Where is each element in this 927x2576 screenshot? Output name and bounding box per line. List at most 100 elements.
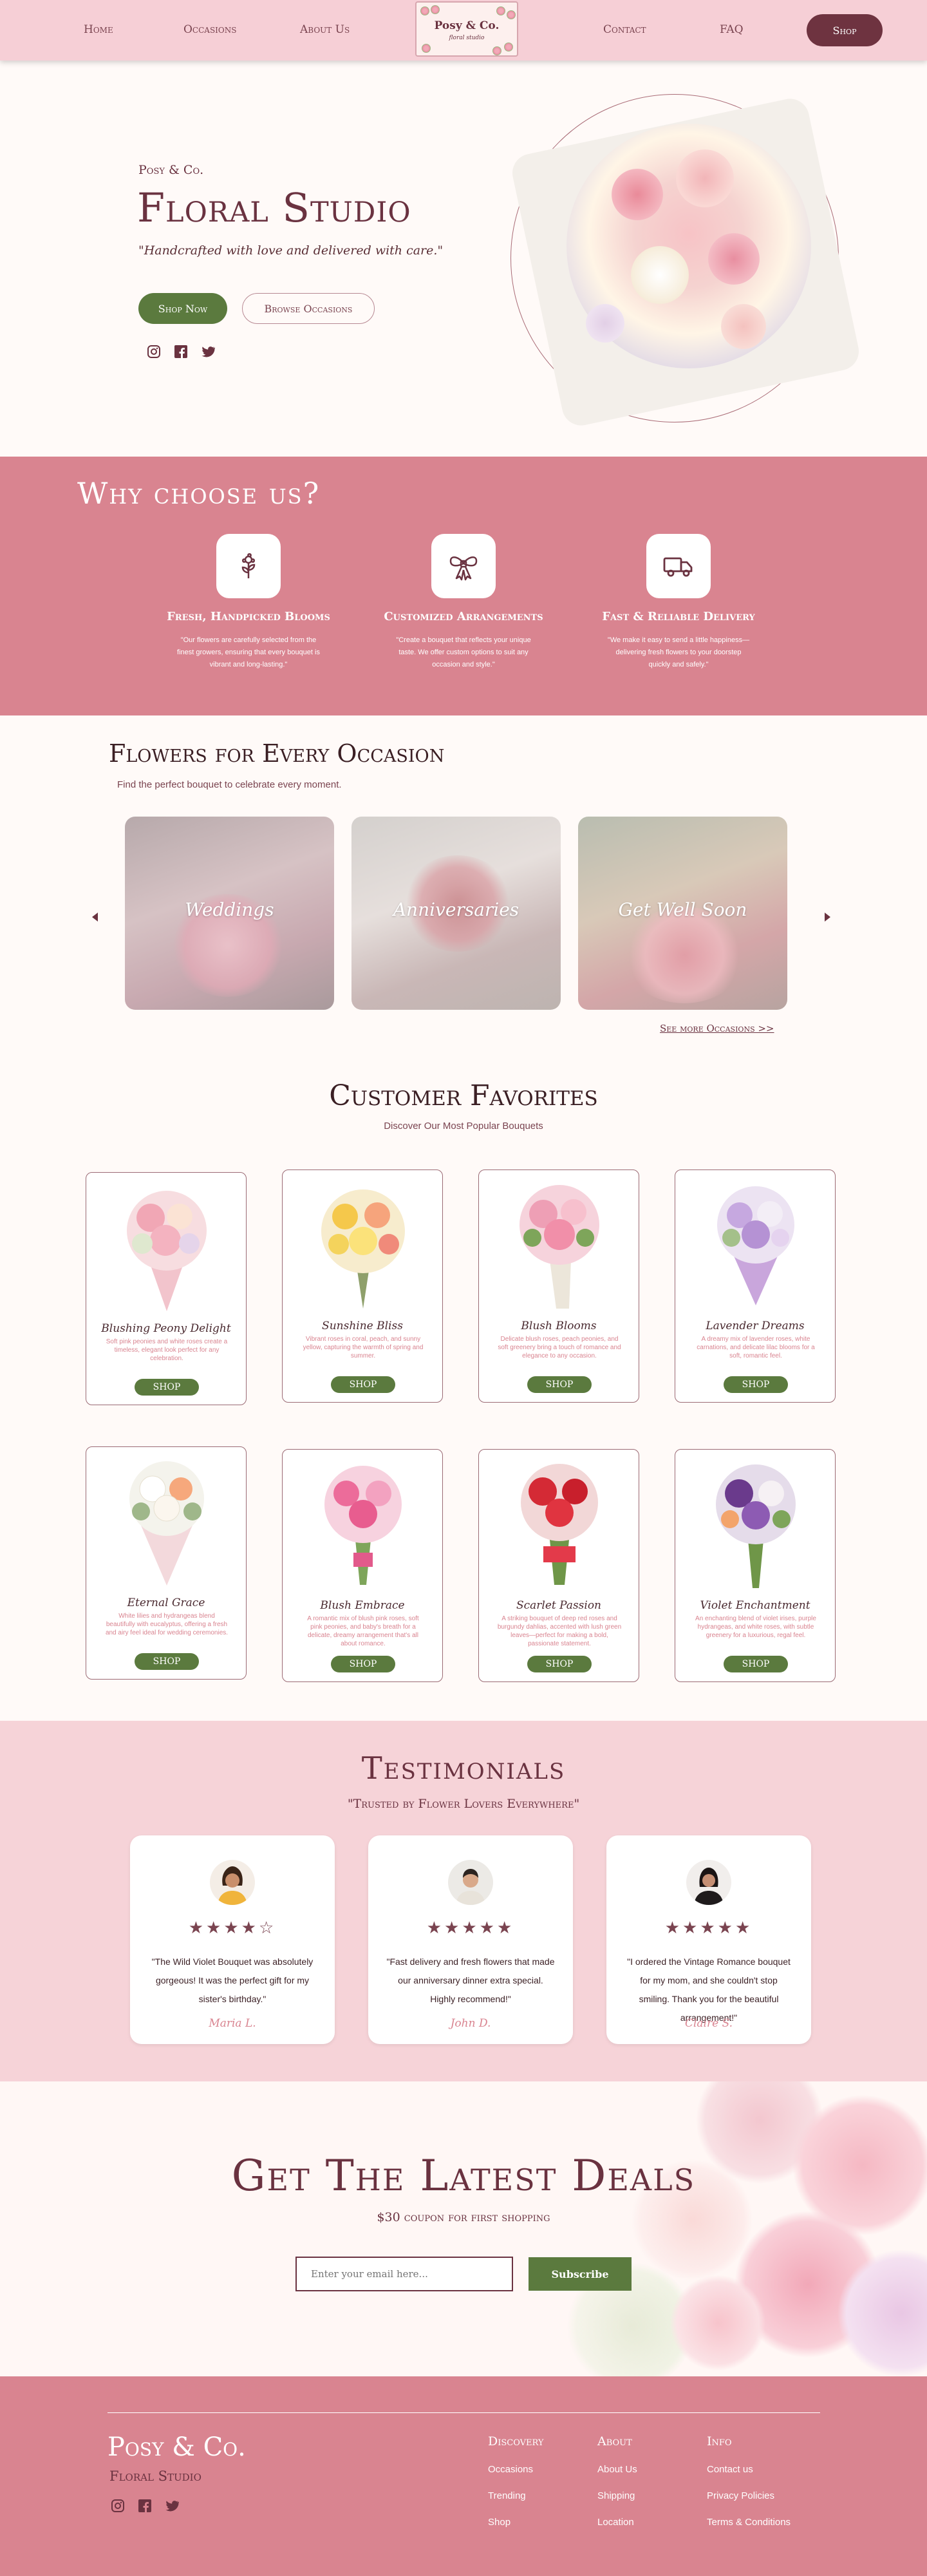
feature-title: Fast & Reliable Delivery <box>602 610 755 623</box>
product-card[interactable]: Violet Enchantment An enchanting blend o… <box>675 1449 836 1682</box>
product-name: Eternal Grace <box>127 1596 205 1609</box>
occasion-label: Weddings <box>185 899 274 920</box>
footer-brand: Posy & Co. <box>108 2432 246 2462</box>
product-description: An enchanting blend of violet irises, pu… <box>695 1615 816 1639</box>
bow-icon <box>431 534 496 598</box>
product-shop-button[interactable]: SHOP <box>527 1656 592 1672</box>
occasion-card-anniversaries[interactable]: Anniversaries <box>351 817 561 1010</box>
feature-title: Fresh, Handpicked Blooms <box>167 610 330 623</box>
product-shop-button[interactable]: SHOP <box>135 1379 199 1396</box>
feature-text: "Our flowers are carefully selected from… <box>177 636 320 668</box>
footer-link-shipping[interactable]: Shipping <box>597 2490 637 2501</box>
nav-link-faq[interactable]: FAQ <box>720 23 744 36</box>
facebook-icon[interactable] <box>138 2499 152 2513</box>
product-description: A dreamy mix of lavender roses, white ca… <box>697 1336 815 1359</box>
nav-shop-button[interactable]: Shop <box>807 14 883 46</box>
rating-stars: ★★★★☆ <box>188 1918 277 1937</box>
product-card[interactable]: Sunshine Bliss Vibrant roses in coral, p… <box>282 1170 443 1403</box>
favorites-title: Customer Favorites <box>329 1079 598 1112</box>
hero-title: Floral Studio <box>137 184 411 231</box>
browse-occasions-button[interactable]: Browse Occasions <box>242 293 375 324</box>
product-card[interactable]: Blushing Peony Delight Soft pink peonies… <box>86 1172 247 1405</box>
product-description: Delicate blush roses, peach peonies, and… <box>498 1336 621 1359</box>
footer-column-heading: About <box>597 2434 632 2448</box>
nav-link-contact[interactable]: Contact <box>603 23 646 36</box>
facebook-icon[interactable] <box>174 345 188 359</box>
occasion-label: Anniversaries <box>393 899 520 920</box>
product-name: Blush Blooms <box>521 1320 597 1332</box>
feature-custom-arrangements: Customized Arrangements "Create a bouque… <box>380 534 547 671</box>
footer-column-discovery: Discovery Occasions Trending Shop <box>488 2434 544 2543</box>
footer-link-occasions[interactable]: Occasions <box>488 2464 544 2475</box>
footer-link-contact-us[interactable]: Contact us <box>707 2464 791 2475</box>
footer-link-location[interactable]: Location <box>597 2517 637 2528</box>
footer-column-info: Info Contact us Privacy Policies Terms &… <box>707 2434 791 2543</box>
hero-brand: Posy & Co. <box>138 163 204 177</box>
product-shop-button[interactable]: SHOP <box>331 1376 395 1393</box>
testimonial-author: Claire S. <box>684 2017 733 2030</box>
product-card[interactable]: Scarlet Passion A striking bouquet of de… <box>478 1449 639 1682</box>
footer-link-about-us[interactable]: About Us <box>597 2464 637 2475</box>
product-name: Sunshine Bliss <box>322 1320 403 1332</box>
testimonials-section: Testimonials "Trusted by Flower Lovers E… <box>0 1721 927 2081</box>
product-shop-button[interactable]: SHOP <box>135 1653 199 1670</box>
testimonial-card: ★★★★★ "I ordered the Vintage Romance bou… <box>606 1835 811 2044</box>
occasion-card-get-well-soon[interactable]: Get Well Soon <box>578 817 787 1010</box>
footer-link-trending[interactable]: Trending <box>488 2490 544 2501</box>
product-card[interactable]: Eternal Grace White lilies and hydrangea… <box>86 1446 247 1680</box>
brand-logo[interactable]: Posy & Co. floral studio <box>415 1 518 57</box>
instagram-icon[interactable] <box>111 2499 125 2513</box>
carousel-next-icon[interactable] <box>825 913 830 922</box>
occasion-label: Get Well Soon <box>618 899 747 920</box>
hero-bouquet-image <box>509 95 863 430</box>
product-card[interactable]: Blush Blooms Delicate blush roses, peach… <box>478 1170 639 1403</box>
testimonial-card: ★★★★★ "Fast delivery and fresh flowers t… <box>368 1835 573 2044</box>
product-image <box>495 1177 624 1312</box>
product-card[interactable]: Lavender Dreams A dreamy mix of lavender… <box>675 1170 836 1403</box>
deals-subtitle: $30 coupon for first shopping <box>377 2210 550 2224</box>
product-name: Lavender Dreams <box>706 1320 805 1332</box>
product-shop-button[interactable]: SHOP <box>724 1656 788 1672</box>
footer-link-terms[interactable]: Terms & Conditions <box>707 2517 791 2528</box>
product-name: Scarlet Passion <box>516 1599 602 1612</box>
twitter-icon[interactable] <box>165 2499 180 2513</box>
avatar <box>686 1860 731 1905</box>
product-description: A romantic mix of blush pink roses, soft… <box>307 1615 419 1647</box>
nav-link-about-us[interactable]: About Us <box>300 23 350 36</box>
product-shop-button[interactable]: SHOP <box>724 1376 788 1393</box>
occasion-card-weddings[interactable]: Weddings <box>125 817 334 1010</box>
subscribe-button[interactable]: Subscribe <box>529 2257 632 2291</box>
nav-link-home[interactable]: Home <box>84 23 113 36</box>
testimonial-quote: "Fast delivery and fresh flowers that ma… <box>386 1956 555 2004</box>
testimonial-card: ★★★★☆ "The Wild Violet Bouquet was absol… <box>130 1835 335 2044</box>
footer-link-privacy[interactable]: Privacy Policies <box>707 2490 791 2501</box>
see-more-occasions-link[interactable]: See more Occasions >> <box>660 1023 774 1034</box>
carousel-prev-icon[interactable] <box>92 913 98 922</box>
logo-title: Posy & Co. <box>434 19 500 32</box>
why-title: Why choose us? <box>77 476 321 511</box>
product-shop-button[interactable]: SHOP <box>527 1376 592 1393</box>
truck-icon <box>646 534 711 598</box>
product-image <box>691 1456 820 1591</box>
product-shop-button[interactable]: SHOP <box>331 1656 395 1672</box>
rating-stars: ★★★★★ <box>664 1918 753 1937</box>
instagram-icon[interactable] <box>147 345 161 359</box>
shop-now-button[interactable]: Shop Now <box>138 293 227 324</box>
nav-link-occasions[interactable]: Occasions <box>183 23 237 36</box>
product-card[interactable]: Blush Embrace A romantic mix of blush pi… <box>282 1449 443 1682</box>
product-name: Blushing Peony Delight <box>101 1322 231 1335</box>
footer-link-shop[interactable]: Shop <box>488 2517 544 2528</box>
footer-column-about: About About Us Shipping Location <box>597 2434 637 2543</box>
footer-divider <box>108 2412 820 2413</box>
feature-text: "We make it easy to send a little happin… <box>607 636 750 668</box>
feature-text: "Create a bouquet that reflects your uni… <box>396 636 531 668</box>
newsletter-section: Get The Latest Deals $30 coupon for firs… <box>0 2081 927 2376</box>
product-image <box>102 1454 231 1589</box>
product-image <box>299 1456 427 1591</box>
testimonial-author: Maria L. <box>209 2017 256 2030</box>
why-choose-us-section: Why choose us? Fresh, Handpicked Blooms … <box>0 457 927 715</box>
email-input[interactable] <box>295 2257 513 2291</box>
twitter-icon[interactable] <box>201 345 216 359</box>
footer-column-heading: Discovery <box>488 2434 544 2448</box>
occasions-title: Flowers for Every Occasion <box>109 739 445 768</box>
